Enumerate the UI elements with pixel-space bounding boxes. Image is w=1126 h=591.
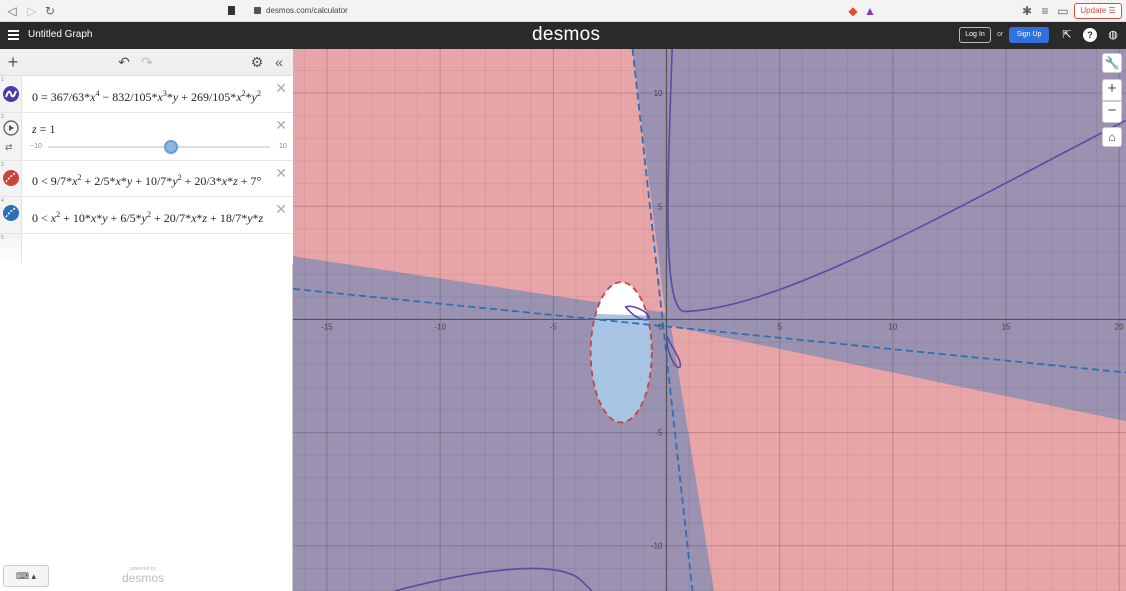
home-icon[interactable]: ⌂ bbox=[1102, 127, 1122, 147]
login-button[interactable]: Log In bbox=[959, 27, 991, 43]
redo-icon[interactable]: ↷ bbox=[140, 54, 154, 70]
play-icon[interactable] bbox=[3, 120, 19, 136]
inequality-shade-icon[interactable] bbox=[2, 204, 20, 222]
x-tick-label: 5 bbox=[777, 322, 782, 331]
brave-shield-icon[interactable]: ◆ bbox=[845, 3, 861, 19]
slider-expression-row[interactable]: 2 ⇄ z = 1 −10 10 ✕ bbox=[0, 113, 293, 161]
empty-expression-row[interactable]: 5 bbox=[0, 234, 293, 264]
expression-row[interactable]: 4 0 < x2 + 10*x*y + 6/5*y2 + 20/7*x*z + … bbox=[0, 197, 293, 234]
menu-icon[interactable] bbox=[8, 30, 19, 40]
slider-max-label[interactable]: 10 bbox=[279, 143, 287, 150]
keypad-toggle-button[interactable]: ⌨ ▴ bbox=[3, 565, 49, 587]
expression-gutter: 1 bbox=[0, 76, 22, 112]
playlist-icon[interactable]: ≡ bbox=[1037, 3, 1053, 19]
expression-latex-1[interactable]: 0 = 367/63*x4 − 832/105*x3*y + 269/105*x… bbox=[32, 89, 272, 105]
y-tick-label: 10 bbox=[654, 89, 663, 98]
zoom-out-button[interactable]: − bbox=[1102, 101, 1122, 123]
x-tick-label: 10 bbox=[888, 322, 897, 331]
expression-panel: + ↶ ↷ ⚙ « 1 0 = 367/63*x4 − 832/105*x3*y… bbox=[0, 49, 293, 591]
desmos-logo: desmos bbox=[532, 24, 601, 45]
delete-expression-icon[interactable]: ✕ bbox=[275, 117, 287, 134]
forward-icon[interactable]: ▷ bbox=[24, 3, 40, 19]
expression-number: 3 bbox=[1, 162, 4, 168]
powered-by-logo: desmos bbox=[122, 571, 165, 585]
inequality-shade-icon[interactable] bbox=[2, 169, 20, 187]
expression-row[interactable]: 1 0 = 367/63*x4 − 832/105*x3*y + 269/105… bbox=[0, 76, 293, 113]
y-tick-label: -10 bbox=[651, 542, 663, 551]
wrench-icon[interactable]: 🔧 bbox=[1102, 53, 1122, 73]
x-tick-label: -5 bbox=[550, 322, 558, 331]
back-icon[interactable]: ◁ bbox=[4, 3, 20, 19]
expression-number: 1 bbox=[1, 77, 4, 83]
add-item-icon[interactable]: + bbox=[6, 53, 20, 71]
expression-gutter: 2 ⇄ bbox=[0, 113, 22, 160]
wallet-icon[interactable]: ▭ bbox=[1055, 3, 1071, 19]
undo-icon[interactable]: ↶ bbox=[117, 54, 131, 70]
slider-min-label[interactable]: −10 bbox=[30, 143, 42, 150]
slider-thumb[interactable] bbox=[164, 140, 178, 154]
settings-gear-icon[interactable]: ⚙ bbox=[250, 54, 264, 70]
extensions-icon[interactable]: ✱ bbox=[1019, 3, 1035, 19]
brave-rewards-icon[interactable]: ▲ bbox=[862, 3, 878, 19]
reload-icon[interactable]: ↻ bbox=[42, 3, 58, 19]
delete-expression-icon[interactable]: ✕ bbox=[275, 165, 287, 182]
y-tick-label: -5 bbox=[655, 429, 663, 438]
or-label: or bbox=[997, 31, 1004, 38]
expression-latex-2[interactable]: z = 1 bbox=[32, 122, 272, 137]
y-tick-label: 5 bbox=[658, 202, 663, 211]
expression-number: 5 bbox=[1, 235, 4, 241]
lock-icon bbox=[254, 7, 261, 15]
x-tick-label: -10 bbox=[434, 322, 446, 331]
update-button[interactable]: Update ☰ bbox=[1074, 3, 1122, 19]
slider-repeat-icon[interactable]: ⇄ bbox=[5, 142, 13, 153]
graph-canvas[interactable]: -15 -10 -5 5 10 15 20 0 10 5 -5 -10 bbox=[293, 49, 1126, 591]
bookmark-icon[interactable] bbox=[228, 6, 235, 15]
slider-track[interactable] bbox=[48, 146, 270, 148]
expression-latex-4[interactable]: 0 < x2 + 10*x*y + 6/5*y2 + 20/7*x*z + 18… bbox=[32, 210, 272, 226]
expression-gutter: 5 bbox=[0, 234, 22, 264]
expression-gutter: 4 bbox=[0, 197, 22, 233]
graph-title[interactable]: Untitled Graph bbox=[28, 29, 92, 40]
x-tick-label: 15 bbox=[1002, 322, 1011, 331]
graph-paper[interactable]: -15 -10 -5 5 10 15 20 0 10 5 -5 -10 bbox=[293, 49, 1126, 591]
x-tick-label: -15 bbox=[321, 322, 333, 331]
desmos-header: Untitled Graph desmos Log In or Sign Up … bbox=[0, 22, 1126, 49]
expression-latex-3[interactable]: 0 < 9/7*x2 + 2/5*x*y + 10/7*y2 + 20/3*x*… bbox=[32, 173, 272, 189]
collapse-panel-icon[interactable]: « bbox=[272, 54, 286, 70]
url-text: desmos.com/calculator bbox=[266, 6, 348, 15]
expression-toolbar: + ↶ ↷ ⚙ « bbox=[0, 49, 293, 76]
signup-button[interactable]: Sign Up bbox=[1009, 27, 1049, 43]
address-bar[interactable]: desmos.com/calculator bbox=[240, 3, 880, 19]
language-globe-icon[interactable]: ◍ bbox=[1106, 28, 1120, 42]
implicit-curve-icon[interactable] bbox=[2, 85, 20, 103]
zoom-in-button[interactable]: + bbox=[1102, 79, 1122, 101]
x-tick-label: 20 bbox=[1115, 322, 1124, 331]
share-icon[interactable]: ⇱ bbox=[1060, 28, 1074, 42]
expression-row[interactable]: 3 0 < 9/7*x2 + 2/5*x*y + 10/7*y2 + 20/3*… bbox=[0, 161, 293, 197]
expression-gutter: 3 bbox=[0, 161, 22, 196]
browser-toolbar: ◁ ▷ ↻ desmos.com/calculator ◆ ▲ ✱ ≡ ▭ Up… bbox=[0, 0, 1126, 22]
delete-expression-icon[interactable]: ✕ bbox=[275, 80, 287, 97]
delete-expression-icon[interactable]: ✕ bbox=[275, 201, 287, 218]
powered-by-desmos: powered by desmos bbox=[122, 566, 164, 585]
origin-tick-label: 0 bbox=[658, 322, 663, 331]
help-icon[interactable]: ? bbox=[1083, 28, 1097, 42]
